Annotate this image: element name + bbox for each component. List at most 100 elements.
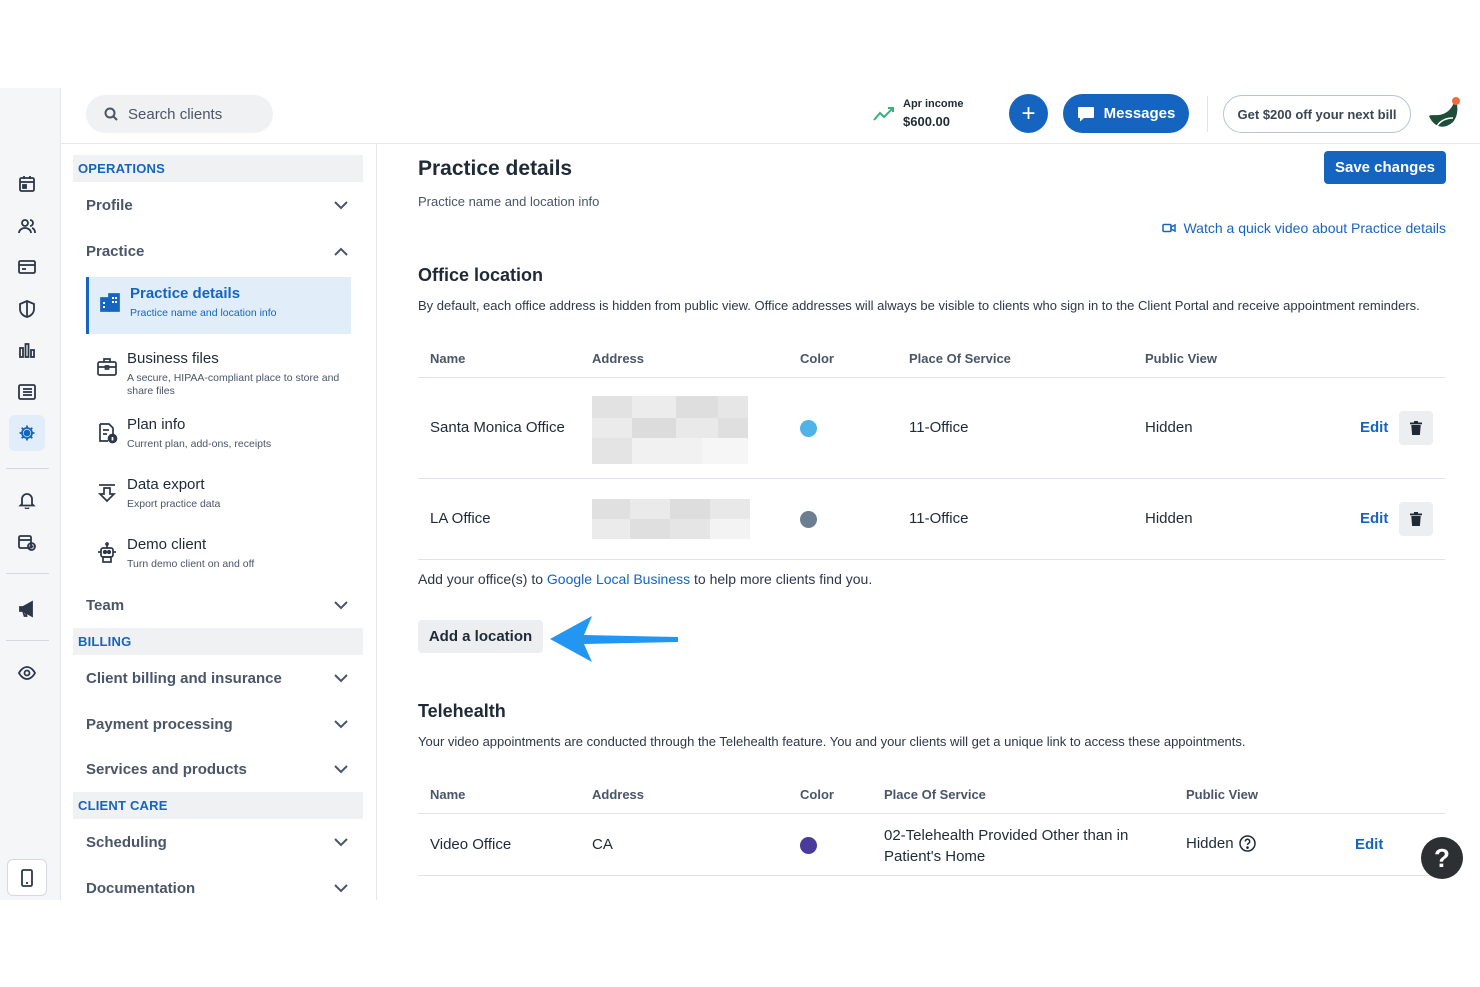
marketing-nav[interactable] (9, 591, 45, 627)
nav-group-services-products[interactable]: Services and products (86, 754, 356, 784)
reports-nav[interactable] (9, 374, 45, 410)
table-header: Name Address Color Place Of Service Publ… (418, 338, 1445, 378)
sidebar-item-data-export[interactable]: Data export Export practice data (86, 468, 351, 525)
sidebar-item-business-files[interactable]: Business files A secure, HIPAA-compliant… (86, 342, 351, 399)
search-icon (104, 107, 118, 121)
chat-icon (1077, 106, 1094, 121)
chevron-down-icon (334, 883, 348, 892)
list-icon (18, 384, 36, 400)
trash-icon (1410, 512, 1422, 526)
redacted-address (592, 499, 750, 539)
column-header: Name (430, 787, 466, 802)
nav-group-profile[interactable]: Profile (86, 190, 356, 220)
table-header: Name Address Color Place Of Service Publ… (418, 774, 1445, 814)
nav-group-label: Payment processing (86, 715, 233, 733)
eye-icon (18, 666, 36, 680)
search-box[interactable] (86, 95, 273, 133)
sidebar-item-plan-info[interactable]: Plan info Current plan, add-ons, receipt… (86, 408, 351, 465)
gear-icon (19, 425, 35, 441)
edit-office-link[interactable]: Edit (1355, 836, 1383, 853)
place-of-service: 02-Telehealth Provided Other than in Pat… (884, 827, 1129, 865)
sidebar-item-desc: A secure, HIPAA-compliant place to store… (127, 372, 340, 397)
telehealth-table: Name Address Color Place Of Service Publ… (418, 774, 1445, 877)
sidebar-item-title: Practice details (130, 285, 241, 302)
search-input[interactable] (128, 105, 258, 123)
public-view: Hidden (1186, 835, 1256, 852)
help-circle-icon[interactable] (1238, 835, 1256, 852)
settings-sidebar: OPERATIONS Profile Practice Practice det… (61, 144, 377, 900)
save-changes-button[interactable]: Save changes (1324, 151, 1446, 184)
delete-office-button[interactable] (1399, 411, 1433, 445)
watch-video-label: Watch a quick video about Practice detai… (1183, 220, 1446, 236)
insurance-nav[interactable] (9, 291, 45, 327)
public-view: Hidden (1145, 510, 1193, 527)
sidebar-item-desc: Export practice data (127, 498, 221, 510)
appointments-nav[interactable] (9, 524, 45, 560)
calendar-nav[interactable] (9, 166, 45, 202)
nav-group-label: Scheduling (86, 833, 167, 851)
megaphone-icon (19, 600, 33, 618)
office-location-description: By default, each office address is hidde… (418, 298, 1420, 313)
messages-label: Messages (1103, 105, 1176, 122)
telehealth-description: Your video appointments are conducted th… (418, 734, 1246, 749)
section-billing: BILLING (73, 628, 363, 655)
google-note-suffix: to help more clients find you. (690, 571, 873, 587)
preview-nav[interactable] (9, 655, 45, 691)
chevron-down-icon (334, 837, 348, 846)
analytics-nav[interactable] (9, 332, 45, 368)
sidebar-item-title: Data export (127, 476, 205, 493)
income-widget[interactable]: Apr income $600.00 (873, 98, 964, 129)
document-info-icon (96, 422, 118, 444)
chevron-down-icon (334, 764, 348, 773)
chevron-down-icon (334, 673, 348, 682)
nav-group-documentation[interactable]: Documentation (86, 873, 356, 900)
public-view-label: Hidden (1186, 835, 1234, 852)
google-note-prefix: Add your office(s) to (418, 571, 547, 587)
office-location-heading: Office location (418, 265, 544, 285)
nav-group-practice[interactable]: Practice (86, 236, 356, 266)
nav-group-label: Services and products (86, 760, 247, 778)
nav-group-label: Profile (86, 196, 133, 214)
bell-icon (18, 493, 36, 509)
google-local-business-link[interactable]: Google Local Business (547, 571, 690, 587)
nav-group-scheduling[interactable]: Scheduling (86, 827, 356, 857)
billing-nav[interactable] (9, 249, 45, 285)
messages-button[interactable]: Messages (1063, 94, 1189, 133)
mobile-app-button[interactable] (7, 859, 47, 896)
watch-video-link[interactable]: Watch a quick video about Practice detai… (1162, 220, 1446, 236)
telehealth-heading: Telehealth (418, 701, 506, 721)
top-bar: Apr income $600.00 + Messages Get $200 o… (61, 88, 1480, 144)
google-local-note: Add your office(s) to Google Local Busin… (418, 571, 872, 587)
page-title: Practice details (418, 157, 573, 180)
column-header: Place Of Service (884, 787, 986, 802)
page-subtitle: Practice name and location info (418, 194, 600, 209)
create-new-button[interactable]: + (1009, 94, 1048, 133)
chevron-up-icon (334, 247, 348, 256)
add-location-button[interactable]: Add a location (418, 620, 543, 653)
trend-up-icon (873, 106, 894, 121)
notification-dot (1452, 97, 1460, 105)
office-address: CA (592, 836, 613, 853)
notifications-nav[interactable] (9, 482, 45, 518)
nav-group-client-billing[interactable]: Client billing and insurance (86, 663, 356, 693)
column-header: Place Of Service (909, 351, 1011, 366)
edit-office-link[interactable]: Edit (1360, 510, 1388, 527)
column-header: Color (800, 351, 834, 366)
sidebar-item-practice-details[interactable]: Practice details Practice name and locat… (86, 277, 351, 334)
referral-promo-button[interactable]: Get $200 off your next bill (1223, 95, 1411, 133)
settings-nav[interactable] (9, 415, 45, 451)
robot-icon (96, 542, 118, 564)
office-color-swatch (800, 511, 817, 528)
nav-group-team[interactable]: Team (86, 590, 356, 620)
nav-group-payment-processing[interactable]: Payment processing (86, 709, 356, 739)
help-button[interactable]: ? (1421, 837, 1463, 879)
sidebar-item-demo-client[interactable]: Demo client Turn demo client on and off (86, 528, 351, 585)
delete-office-button[interactable] (1399, 502, 1433, 536)
column-header: Address (592, 787, 645, 802)
column-header: Public View (1145, 351, 1218, 366)
table-row: LA Office 11-Office Hidden Edit (418, 479, 1445, 560)
clients-nav[interactable] (9, 208, 45, 244)
edit-office-link[interactable]: Edit (1360, 419, 1388, 436)
sidebar-item-title: Plan info (127, 416, 186, 433)
sidebar-item-desc: Current plan, add-ons, receipts (127, 438, 272, 450)
